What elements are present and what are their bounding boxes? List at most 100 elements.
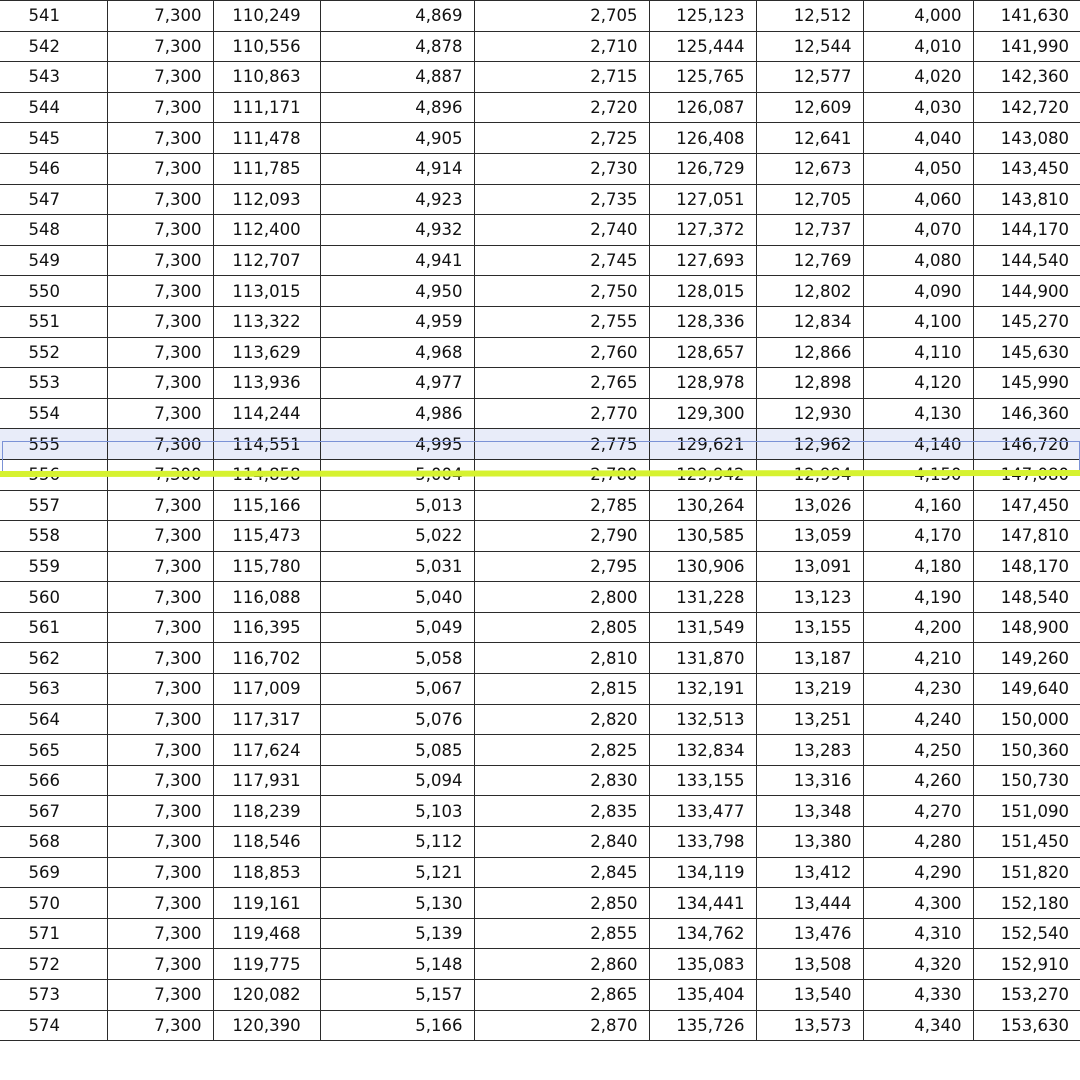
- row-id-cell[interactable]: 559: [0, 550, 108, 583]
- table-cell[interactable]: 2,730: [473, 152, 650, 185]
- table-cell[interactable]: 152,180: [972, 887, 1080, 919]
- table-row[interactable]: 561 7,300 116,395 5,049 2,805 131,549 13,155 4,…: [0, 611, 1080, 644]
- table-cell[interactable]: 2,750: [473, 275, 650, 307]
- table-cell[interactable]: 4,080: [862, 244, 974, 277]
- table-cell[interactable]: 2,745: [473, 244, 650, 277]
- table-cell[interactable]: 5,013: [319, 489, 475, 522]
- table-row[interactable]: 568 7,300 118,546 5,112 2,840 133,798 13,380 4,…: [0, 826, 1080, 858]
- table-cell[interactable]: 4,869: [319, 0, 475, 32]
- table-cell[interactable]: 131,228: [648, 581, 757, 613]
- table-cell[interactable]: 7,300: [106, 826, 214, 858]
- table-cell[interactable]: 2,755: [473, 305, 650, 338]
- table-cell[interactable]: 116,395: [212, 611, 321, 644]
- row-id-cell[interactable]: 547: [0, 183, 108, 216]
- row-id-cell[interactable]: 569: [0, 856, 108, 889]
- table-cell[interactable]: 5,103: [319, 795, 475, 828]
- table-cell[interactable]: 12,705: [755, 183, 864, 216]
- table-cell[interactable]: 147,080: [972, 458, 1080, 491]
- table-cell[interactable]: 149,260: [972, 642, 1080, 675]
- table-cell[interactable]: 116,088: [212, 581, 321, 613]
- table-cell[interactable]: 12,544: [755, 30, 864, 63]
- table-cell[interactable]: 147,810: [972, 520, 1080, 552]
- table-cell[interactable]: 116,702: [212, 642, 321, 675]
- table-cell[interactable]: 4,320: [862, 948, 974, 980]
- table-cell[interactable]: 2,785: [473, 489, 650, 522]
- table-cell[interactable]: 4,310: [862, 917, 974, 950]
- row-id-cell[interactable]: 543: [0, 61, 108, 93]
- table-cell[interactable]: 4,110: [862, 336, 974, 369]
- table-cell[interactable]: 114,244: [212, 397, 321, 430]
- table-cell[interactable]: 142,360: [972, 61, 1080, 93]
- table-cell[interactable]: 2,805: [473, 611, 650, 644]
- table-cell[interactable]: 13,316: [755, 764, 864, 797]
- table-row[interactable]: 573 7,300 120,082 5,157 2,865 135,404 13,540 4,…: [0, 979, 1080, 1011]
- table-cell[interactable]: 4,280: [862, 826, 974, 858]
- table-cell[interactable]: 2,860: [473, 948, 650, 980]
- table-cell[interactable]: 135,404: [648, 979, 757, 1011]
- row-id-cell[interactable]: 567: [0, 795, 108, 828]
- table-cell[interactable]: 110,556: [212, 30, 321, 63]
- table-cell[interactable]: 13,251: [755, 703, 864, 736]
- table-cell[interactable]: 150,000: [972, 703, 1080, 736]
- table-cell[interactable]: 5,139: [319, 917, 475, 950]
- table-cell[interactable]: 133,798: [648, 826, 757, 858]
- table-cell[interactable]: 4,977: [319, 367, 475, 399]
- table-cell[interactable]: 125,444: [648, 30, 757, 63]
- table-cell[interactable]: 13,155: [755, 611, 864, 644]
- table-cell[interactable]: 12,834: [755, 305, 864, 338]
- table-cell[interactable]: 2,765: [473, 367, 650, 399]
- row-id-cell[interactable]: 555: [0, 428, 108, 460]
- table-cell[interactable]: 4,100: [862, 305, 974, 338]
- table-cell[interactable]: 12,673: [755, 152, 864, 185]
- table-cell[interactable]: 4,070: [862, 214, 974, 246]
- table-row[interactable]: 543 7,300 110,863 4,887 2,715 125,765 12,577 4,…: [0, 61, 1080, 93]
- table-cell[interactable]: 4,923: [319, 183, 475, 216]
- table-cell[interactable]: 7,300: [106, 152, 214, 185]
- table-cell[interactable]: 4,010: [862, 30, 974, 63]
- table-cell[interactable]: 7,300: [106, 489, 214, 522]
- table-cell[interactable]: 152,540: [972, 917, 1080, 950]
- table-cell[interactable]: 2,740: [473, 214, 650, 246]
- table-cell[interactable]: 146,720: [972, 428, 1080, 460]
- table-cell[interactable]: 112,093: [212, 183, 321, 216]
- table-cell[interactable]: 126,087: [648, 91, 757, 124]
- table-cell[interactable]: 114,551: [212, 428, 321, 460]
- table-row[interactable]: 567 7,300 118,239 5,103 2,835 133,477 13,348 4,…: [0, 795, 1080, 828]
- table-cell[interactable]: 13,187: [755, 642, 864, 675]
- table-cell[interactable]: 2,815: [473, 673, 650, 705]
- table-cell[interactable]: 151,820: [972, 856, 1080, 889]
- table-cell[interactable]: 4,941: [319, 244, 475, 277]
- table-cell[interactable]: 110,863: [212, 61, 321, 93]
- table-cell[interactable]: 4,120: [862, 367, 974, 399]
- row-id-cell[interactable]: 570: [0, 887, 108, 919]
- table-cell[interactable]: 7,300: [106, 305, 214, 338]
- table-cell[interactable]: 112,400: [212, 214, 321, 246]
- table-cell[interactable]: 125,123: [648, 0, 757, 32]
- row-id-cell[interactable]: 565: [0, 734, 108, 766]
- table-cell[interactable]: 4,270: [862, 795, 974, 828]
- table-row[interactable]: 544 7,300 111,171 4,896 2,720 126,087 12,609 4,…: [0, 91, 1080, 124]
- table-cell[interactable]: 4,200: [862, 611, 974, 644]
- table-cell[interactable]: 135,726: [648, 1009, 757, 1042]
- table-cell[interactable]: 13,573: [755, 1009, 864, 1042]
- table-cell[interactable]: 7,300: [106, 642, 214, 675]
- table-cell[interactable]: 113,322: [212, 305, 321, 338]
- table-cell[interactable]: 2,830: [473, 764, 650, 797]
- table-cell[interactable]: 128,978: [648, 367, 757, 399]
- table-cell[interactable]: 117,931: [212, 764, 321, 797]
- table-cell[interactable]: 7,300: [106, 734, 214, 766]
- table-cell[interactable]: 148,540: [972, 581, 1080, 613]
- row-id-cell[interactable]: 556: [0, 458, 108, 491]
- table-cell[interactable]: 12,609: [755, 91, 864, 124]
- table-cell[interactable]: 153,630: [972, 1009, 1080, 1042]
- table-cell[interactable]: 129,300: [648, 397, 757, 430]
- table-cell[interactable]: 118,546: [212, 826, 321, 858]
- table-cell[interactable]: 4,330: [862, 979, 974, 1011]
- table-cell[interactable]: 2,705: [473, 0, 650, 32]
- row-id-cell[interactable]: 546: [0, 152, 108, 185]
- table-row[interactable]: 570 7,300 119,161 5,130 2,850 134,441 13,444 4,…: [0, 887, 1080, 919]
- table-row[interactable]: 563 7,300 117,009 5,067 2,815 132,191 13,219 4,…: [0, 673, 1080, 705]
- table-cell[interactable]: 13,026: [755, 489, 864, 522]
- table-cell[interactable]: 7,300: [106, 673, 214, 705]
- table-cell[interactable]: 13,091: [755, 550, 864, 583]
